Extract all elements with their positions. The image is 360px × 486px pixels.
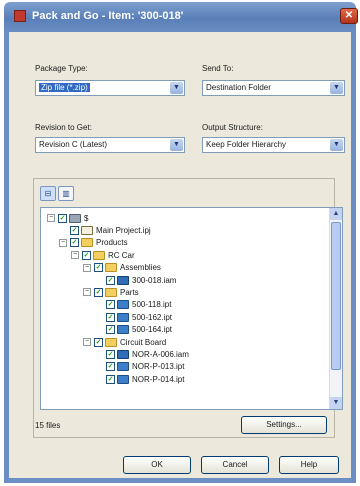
part-icon	[117, 325, 129, 335]
tree-item[interactable]: ✓ 500-118.ipt	[95, 299, 171, 311]
app-icon	[14, 10, 26, 22]
scrollbar-thumb[interactable]	[331, 222, 341, 370]
send-to-select[interactable]: Destination Folder ▼	[202, 80, 345, 96]
tree-item[interactable]: − ✓ Products	[59, 237, 128, 249]
tree-item-label: NOR-P-013.ipt	[132, 362, 185, 372]
package-type-select[interactable]: Zip file (*.zip) ▼	[35, 80, 185, 96]
pc-icon	[69, 213, 81, 223]
tree-item-label: Assemblies	[120, 263, 161, 273]
folder-icon	[81, 238, 93, 248]
dialog-title: Pack and Go - Item: '300-018'	[32, 10, 184, 22]
window-frame-right	[351, 32, 356, 482]
folder-icon	[105, 263, 117, 273]
tree-item[interactable]: ✓ NOR-P-014.ipt	[95, 373, 184, 385]
title-bar[interactable]: Pack and Go - Item: '300-018' ✕	[4, 2, 358, 32]
tree-item-label: 500-164.ipt	[132, 325, 173, 335]
tree-item-label: Circuit Board	[120, 337, 167, 347]
folder-icon	[105, 337, 117, 347]
output-structure-select[interactable]: Keep Folder Hierarchy ▼	[202, 137, 345, 153]
help-button[interactable]: Help	[279, 456, 339, 474]
include-checkbox[interactable]: ✓	[58, 213, 67, 223]
folder-icon	[105, 287, 117, 297]
tree-item[interactable]: ✓ 300-018.iam	[95, 274, 176, 286]
tree-item[interactable]: ✓ NOR-A-006.iam	[95, 348, 189, 360]
tree-item-label: $	[84, 213, 89, 223]
tree-view-icon[interactable]: ⊟	[40, 186, 56, 201]
tree-item-label: Main Project.ipj	[96, 225, 151, 235]
tree-item[interactable]: ✓ 500-162.ipt	[95, 311, 172, 323]
include-checkbox[interactable]: ✓	[94, 337, 103, 347]
chevron-down-icon[interactable]: ▼	[170, 139, 183, 151]
tree-item[interactable]: ✓ NOR-P-013.ipt	[95, 361, 184, 373]
expand-collapse-icon[interactable]: −	[83, 338, 91, 346]
tree-item-label: NOR-P-014.ipt	[132, 374, 185, 384]
scroll-up-icon[interactable]: ▲	[330, 208, 342, 220]
proj-icon	[81, 225, 93, 235]
asm-icon	[117, 349, 129, 359]
revision-value: Revision C (Latest)	[39, 140, 108, 149]
tree-item[interactable]: − ✓ Assemblies	[83, 262, 161, 274]
expand-collapse-icon[interactable]: −	[83, 288, 91, 297]
cancel-button[interactable]: Cancel	[201, 456, 269, 474]
package-type-label: Package Type:	[35, 64, 88, 73]
include-checkbox[interactable]: ✓	[106, 300, 115, 310]
output-structure-label: Output Structure:	[202, 123, 263, 132]
include-checkbox[interactable]: ✓	[94, 287, 103, 297]
expand-collapse-icon[interactable]: −	[47, 214, 55, 222]
tree-item[interactable]: − ✓ Parts	[83, 286, 139, 298]
tree-item-label: 300-018.iam	[132, 275, 177, 285]
send-to-value: Destination Folder	[206, 83, 271, 92]
folder-icon	[93, 250, 105, 260]
list-view-icon[interactable]: ▥	[58, 186, 74, 201]
include-checkbox[interactable]: ✓	[70, 225, 79, 235]
include-checkbox[interactable]: ✓	[106, 349, 115, 359]
chevron-down-icon[interactable]: ▼	[330, 139, 343, 151]
include-checkbox[interactable]: ✓	[82, 250, 91, 260]
include-checkbox[interactable]: ✓	[106, 325, 115, 335]
settings-button[interactable]: Settings...	[241, 416, 327, 434]
tree-item[interactable]: ✓ 500-164.ipt	[95, 324, 172, 336]
revision-label: Revision to Get:	[35, 123, 92, 132]
part-icon	[117, 374, 129, 384]
include-checkbox[interactable]: ✓	[94, 263, 103, 273]
send-to-label: Send To:	[202, 64, 234, 73]
tree-item[interactable]: ✓ Main Project.ipj	[59, 224, 151, 236]
tree-item-label: 500-118.ipt	[132, 300, 172, 310]
expand-collapse-icon[interactable]: −	[83, 263, 91, 272]
part-icon	[117, 362, 129, 372]
chevron-down-icon[interactable]: ▼	[170, 82, 183, 94]
file-count: 15 files	[35, 421, 61, 430]
include-checkbox[interactable]: ✓	[106, 312, 115, 322]
package-type-value: Zip file (*.zip)	[39, 83, 90, 92]
tree-item[interactable]: − ✓ RC Car	[71, 249, 135, 261]
window-frame-bottom	[4, 478, 356, 483]
tree-item-label: Parts	[120, 287, 139, 297]
chevron-down-icon[interactable]: ▼	[330, 82, 343, 94]
ok-button[interactable]: OK	[123, 456, 191, 474]
close-button[interactable]: ✕	[340, 8, 358, 24]
tree-item-label: 500-162.ipt	[132, 312, 173, 322]
include-checkbox[interactable]: ✓	[106, 374, 115, 384]
file-tree[interactable]: ✓ NOR-P-014.ipt ✓ NOR-P-013.ipt ✓ NOR-A-006.i…	[40, 207, 343, 410]
tree-item-label: NOR-A-006.iam	[132, 349, 189, 359]
tree-item-label: RC Car	[108, 250, 135, 260]
part-icon	[117, 300, 129, 310]
include-checkbox[interactable]: ✓	[106, 362, 115, 372]
asm-icon	[117, 275, 129, 285]
expand-collapse-icon[interactable]: −	[71, 251, 79, 260]
output-structure-value: Keep Folder Hierarchy	[206, 140, 287, 149]
tree-item[interactable]: − ✓ Circuit Board	[83, 336, 166, 348]
include-checkbox[interactable]: ✓	[106, 275, 115, 285]
tree-item[interactable]: − ✓ $	[47, 212, 88, 224]
pack-and-go-dialog: Pack and Go - Item: '300-018' ✕ Package …	[0, 0, 360, 486]
include-checkbox[interactable]: ✓	[70, 238, 79, 248]
revision-select[interactable]: Revision C (Latest) ▼	[35, 137, 185, 153]
tree-item-label: Products	[96, 238, 128, 248]
scroll-down-icon[interactable]: ▼	[330, 397, 342, 409]
vertical-scrollbar[interactable]: ▲ ▼	[329, 208, 342, 409]
expand-collapse-icon[interactable]: −	[59, 238, 67, 247]
part-icon	[117, 312, 129, 322]
